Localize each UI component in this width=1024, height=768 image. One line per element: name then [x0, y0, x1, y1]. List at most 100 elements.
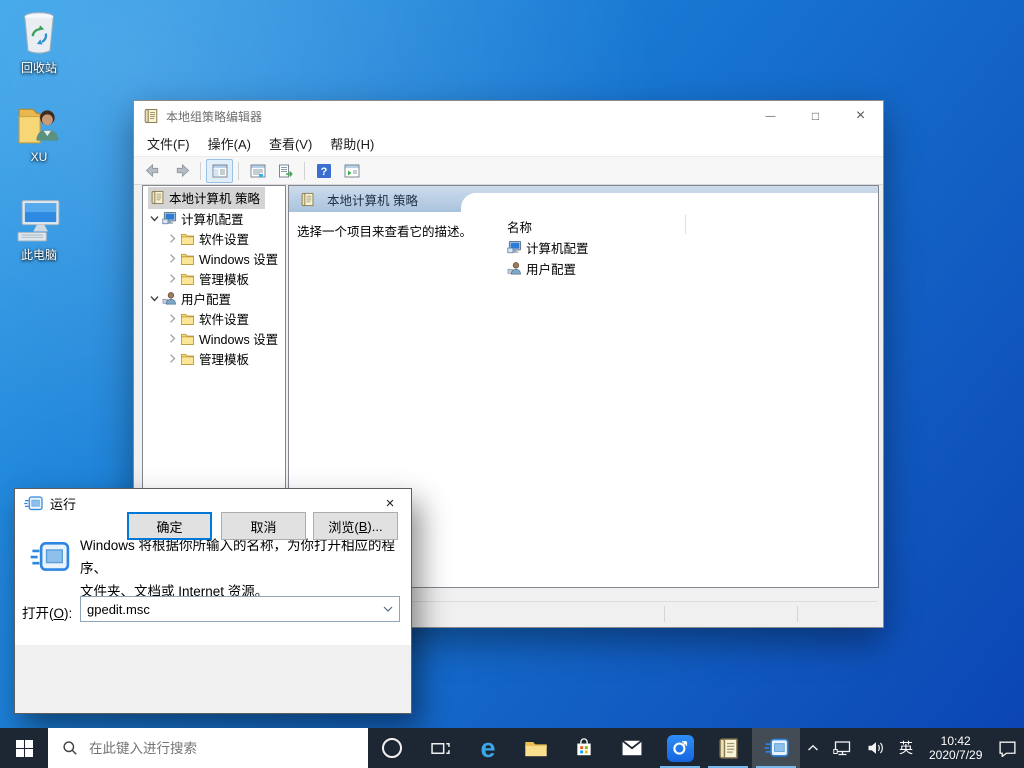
menu-bar: 文件(F) 操作(A) 查看(V) 帮助(H): [134, 131, 883, 156]
hidden-icons-button[interactable]: [800, 728, 826, 768]
back-button[interactable]: [140, 159, 167, 183]
scroll-icon: [717, 737, 740, 760]
menu-help[interactable]: 帮助(H): [321, 134, 383, 153]
network-icon: [833, 740, 853, 757]
chevron-right-icon[interactable]: [167, 333, 178, 344]
store-button[interactable]: [560, 728, 608, 768]
cortana-button[interactable]: [368, 728, 416, 768]
chevron-right-icon[interactable]: [167, 233, 178, 244]
menu-view[interactable]: 查看(V): [260, 134, 321, 153]
run-icon: [23, 496, 43, 511]
cancel-button[interactable]: 取消: [221, 512, 306, 540]
desktop-icon-label: 此电脑: [21, 246, 57, 263]
export-list-icon: [278, 164, 294, 178]
run-icon: [763, 738, 789, 758]
tree-item-windows-settings[interactable]: Windows 设置: [143, 328, 285, 348]
title-bar[interactable]: 本地组策略编辑器 — □ ×: [134, 101, 883, 131]
tree-item-windows-settings[interactable]: Windows 设置: [143, 248, 285, 268]
todesk-button[interactable]: [656, 728, 704, 768]
list-item-user-config[interactable]: 用户配置: [507, 258, 589, 279]
maximize-button[interactable]: □: [793, 101, 838, 131]
edge-button[interactable]: e: [464, 728, 512, 768]
run-taskbar-button[interactable]: [752, 728, 800, 768]
action-center-button[interactable]: [991, 728, 1024, 768]
tree-item-label: 管理模板: [199, 269, 249, 288]
open-label: 打开(O):: [22, 602, 72, 622]
chevron-down-icon: [383, 606, 393, 613]
computer-config-icon: [162, 211, 177, 226]
clock-time: 10:42: [941, 734, 971, 748]
close-button[interactable]: ×: [838, 101, 883, 131]
properties-button[interactable]: [244, 159, 271, 183]
folder-icon: [180, 251, 195, 266]
desktop-icon-recycle-bin[interactable]: 回收站: [2, 8, 76, 76]
minimize-button[interactable]: —: [748, 101, 793, 131]
desktop-icon-this-pc[interactable]: 此电脑: [2, 199, 76, 263]
folder-icon: [180, 231, 195, 246]
ime-indicator[interactable]: 英: [892, 728, 920, 768]
list-item-label: 计算机配置: [526, 238, 589, 257]
column-divider[interactable]: [685, 215, 686, 234]
open-combobox[interactable]: [80, 596, 400, 622]
help-button[interactable]: [310, 159, 337, 183]
new-window-button[interactable]: [338, 159, 365, 183]
tree-item-label: 管理模板: [199, 349, 249, 368]
properties-window-icon: [250, 164, 266, 178]
run-icon: [28, 541, 70, 573]
mail-button[interactable]: [608, 728, 656, 768]
explorer-icon: [524, 739, 548, 758]
tree-item-software-settings[interactable]: 软件设置: [143, 228, 285, 248]
details-pane-header: 本地计算机 策略: [289, 186, 878, 212]
network-button[interactable]: [826, 728, 860, 768]
chevron-right-icon[interactable]: [167, 353, 178, 364]
task-view-button[interactable]: [416, 728, 464, 768]
search-input[interactable]: [87, 740, 341, 757]
tree-item-admin-templates[interactable]: 管理模板: [143, 348, 285, 368]
folder-icon: [180, 311, 195, 326]
chevron-up-icon: [807, 743, 819, 753]
status-bar-divider: [797, 606, 798, 622]
start-button[interactable]: [0, 728, 48, 768]
tree-selection: 本地计算机 策略: [148, 187, 265, 209]
tree-item-computer-config[interactable]: 计算机配置: [143, 208, 285, 228]
recycle-bin-icon: [16, 8, 62, 56]
chevron-down-icon[interactable]: [149, 293, 160, 304]
scroll-icon: [300, 192, 315, 207]
tree-item-admin-templates[interactable]: 管理模板: [143, 268, 285, 288]
tree-item-software-settings[interactable]: 软件设置: [143, 308, 285, 328]
show-console-tree-button[interactable]: [206, 159, 233, 183]
column-header-name[interactable]: 名称: [507, 217, 589, 237]
scroll-icon: [143, 108, 159, 124]
taskbar-search-box[interactable]: [48, 728, 368, 768]
combobox-dropdown[interactable]: [377, 606, 399, 613]
tree-item-label: 计算机配置: [181, 209, 244, 228]
taskbar-clock[interactable]: 10:42 2020/7/29: [920, 728, 991, 768]
user-config-icon: [507, 261, 522, 276]
gpedit-taskbar-button[interactable]: [704, 728, 752, 768]
forward-button[interactable]: [168, 159, 195, 183]
chevron-right-icon[interactable]: [167, 273, 178, 284]
toolbar-separator: [238, 162, 239, 180]
chevron-right-icon[interactable]: [167, 313, 178, 324]
status-bar-divider: [664, 606, 665, 622]
console-tree-icon: [212, 164, 228, 178]
task-view-icon: [431, 740, 450, 757]
volume-button[interactable]: [860, 728, 892, 768]
chevron-down-icon[interactable]: [149, 213, 160, 224]
help-icon: [316, 163, 332, 179]
menu-file[interactable]: 文件(F): [138, 134, 199, 153]
description-line-1: Windows 将根据你所输入的名称，为你打开相应的程序、: [80, 534, 411, 580]
browse-button[interactable]: 浏览(B)...: [313, 512, 398, 540]
tree-item-user-config[interactable]: 用户配置: [143, 288, 285, 308]
chevron-right-icon[interactable]: [167, 253, 178, 264]
open-input[interactable]: [81, 601, 377, 618]
ok-button[interactable]: 确定: [127, 512, 212, 540]
tree-item-local-computer-policy[interactable]: 本地计算机 策略: [143, 188, 285, 208]
file-explorer-button[interactable]: [512, 728, 560, 768]
menu-action[interactable]: 操作(A): [199, 134, 260, 153]
details-pane-tab: [461, 193, 878, 212]
export-list-button[interactable]: [272, 159, 299, 183]
list-item-computer-config[interactable]: 计算机配置: [507, 237, 589, 258]
desktop-icon-user-folder[interactable]: XU: [2, 103, 76, 164]
cortana-icon: [382, 738, 402, 758]
